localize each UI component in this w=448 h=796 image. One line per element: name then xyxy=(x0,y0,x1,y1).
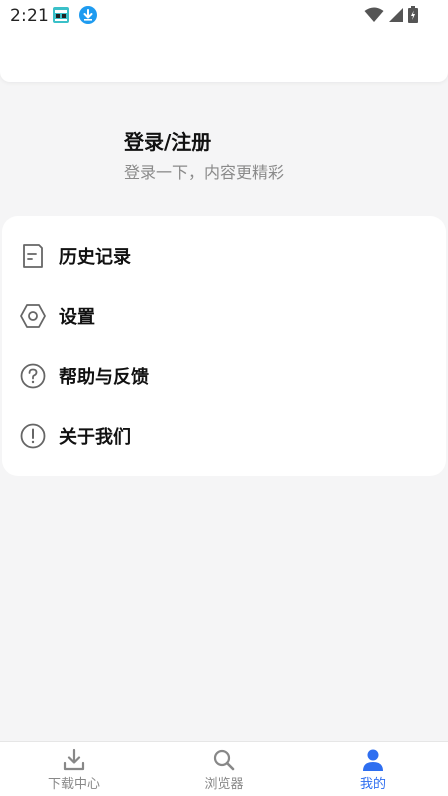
tab-label: 下载中心 xyxy=(47,777,100,792)
status-time: 2:21 xyxy=(10,6,49,26)
history-icon xyxy=(19,242,47,270)
tab-label: 我的 xyxy=(359,777,386,792)
status-indicators xyxy=(364,6,418,27)
tab-mine[interactable]: 我的 xyxy=(318,746,428,792)
menu-item-label: 关于我们 xyxy=(59,427,131,448)
search-icon xyxy=(212,748,236,772)
login-register-title: 登录/注册 xyxy=(124,130,212,154)
app-notification-icon xyxy=(52,6,70,24)
tab-download-center[interactable]: 下载中心 xyxy=(19,746,129,792)
menu-item-about-us[interactable]: 关于我们 xyxy=(2,406,446,466)
menu-card: 历史记录 设置 帮助与反馈 关于我们 xyxy=(2,216,446,476)
user-icon xyxy=(361,748,385,772)
info-icon xyxy=(19,422,47,450)
status-bar: 2:21 xyxy=(0,0,448,32)
help-icon xyxy=(19,362,47,390)
login-subtitle: 登录一下，内容更精彩 xyxy=(124,163,285,182)
download-notification-icon xyxy=(79,6,97,24)
tab-browser[interactable]: 浏览器 xyxy=(169,746,279,792)
menu-item-label: 历史记录 xyxy=(59,247,131,268)
menu-item-help-feedback[interactable]: 帮助与反馈 xyxy=(2,346,446,406)
wifi-icon xyxy=(364,7,384,27)
cellular-signal-icon xyxy=(388,7,404,27)
menu-item-history[interactable]: 历史记录 xyxy=(2,226,446,286)
bottom-navigation: 下载中心 浏览器 我的 xyxy=(0,741,448,796)
settings-icon xyxy=(19,302,47,330)
login-register-entry[interactable]: 登录/注册 登录一下，内容更精彩 xyxy=(124,128,284,184)
battery-charging-icon xyxy=(408,6,418,27)
menu-item-label: 设置 xyxy=(59,307,95,328)
menu-item-settings[interactable]: 设置 xyxy=(2,286,446,346)
menu-item-label: 帮助与反馈 xyxy=(59,367,149,388)
tab-label: 浏览器 xyxy=(204,777,244,792)
download-icon xyxy=(62,748,86,772)
